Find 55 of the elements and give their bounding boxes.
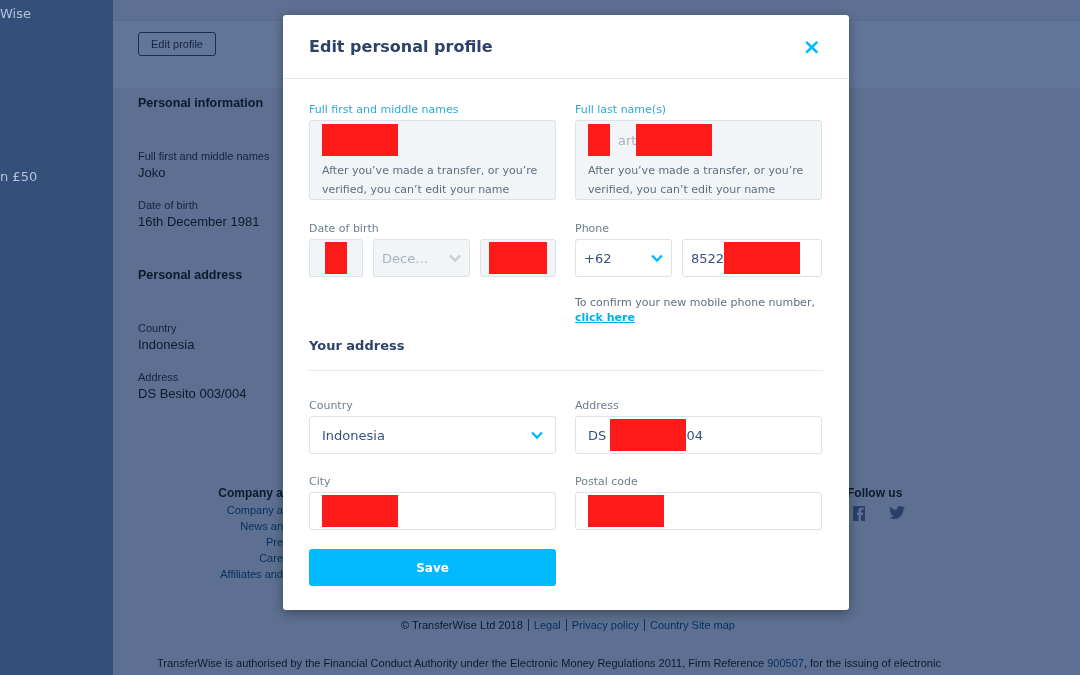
reference-link[interactable]: 900507 <box>767 657 804 669</box>
detail-value: Indonesia <box>138 337 195 352</box>
sidebar-text: Wise <box>0 6 31 21</box>
field-label: Phone <box>575 222 610 235</box>
footer-link[interactable]: Country Site map <box>644 619 740 631</box>
facebook-icon[interactable] <box>853 506 865 521</box>
field-label: Postal code <box>575 475 638 488</box>
detail-label: Date of birth <box>138 199 198 211</box>
dialog-title: Edit personal profile <box>309 37 493 56</box>
detail-label: Full first and middle names <box>138 150 270 162</box>
field-label: Country <box>309 399 353 412</box>
redaction-mark <box>489 242 547 274</box>
footer-link[interactable]: Privacy policy <box>565 619 644 631</box>
field-label: Address <box>575 399 619 412</box>
footer-link[interactable]: Affiliates and <box>220 568 283 580</box>
redaction-mark <box>588 124 610 156</box>
detail-value: DS Besito 003/004 <box>138 386 247 401</box>
select-field[interactable]: +62 <box>575 239 672 277</box>
twitter-icon[interactable] <box>889 506 905 519</box>
footer-heading: Company a <box>218 486 283 500</box>
section-heading: Personal information <box>138 96 264 110</box>
close-button[interactable]: × <box>800 34 823 59</box>
footer-link[interactable]: News an <box>240 520 283 532</box>
input-field[interactable]: 8522 <box>682 239 822 277</box>
detail-label: Address <box>138 371 179 383</box>
copyright-text: © TransferWise Ltd 2018 <box>400 619 524 631</box>
chevron-down-icon <box>651 254 663 262</box>
section-heading: Personal address <box>138 268 243 282</box>
field-label: Date of birth <box>309 222 379 235</box>
footer-link[interactable]: Care <box>259 552 283 564</box>
redaction-mark <box>325 242 347 274</box>
chevron-down-icon <box>531 431 543 439</box>
field-hint: After you’ve made a transfer, or you’re verified, you can’t edit your name <box>588 163 805 198</box>
input-field[interactable] <box>309 492 556 530</box>
save-button[interactable]: Save <box>309 549 556 586</box>
footer-link[interactable]: Company a <box>226 504 283 516</box>
sidebar-text: n £50 <box>0 169 38 184</box>
phone-note: To confirm your new mobile phone number, <box>575 295 815 311</box>
field-label: Full last name(s) <box>575 103 667 116</box>
input-field[interactable] <box>575 492 822 530</box>
chevron-down-icon <box>449 254 461 262</box>
field-label: Full first and middle names <box>309 103 459 116</box>
legal-text: TransferWise is authorised by the Financial Conduct Authority under the Electronic Money Regulations 2011, Firm Reference 900507, for the issuing of electronic <box>157 657 941 669</box>
detail-value: Joko <box>138 165 166 180</box>
detail-value: 16th December 1981 <box>138 214 260 229</box>
select-field[interactable]: Indonesia <box>309 416 556 454</box>
field-label: City <box>309 475 331 488</box>
section-heading: Your address <box>309 338 823 371</box>
field-hint: After you’ve made a transfer, or you’re verified, you can’t edit your name <box>322 163 539 198</box>
footer-link[interactable]: Legal <box>527 619 566 631</box>
edit-profile-button[interactable]: Edit profile <box>138 32 216 56</box>
input-field[interactable]: DS 04 <box>575 416 822 454</box>
footer-link[interactable]: Pre <box>265 536 283 548</box>
click-here-link[interactable]: click here <box>575 311 635 324</box>
detail-label: Country <box>138 322 177 334</box>
